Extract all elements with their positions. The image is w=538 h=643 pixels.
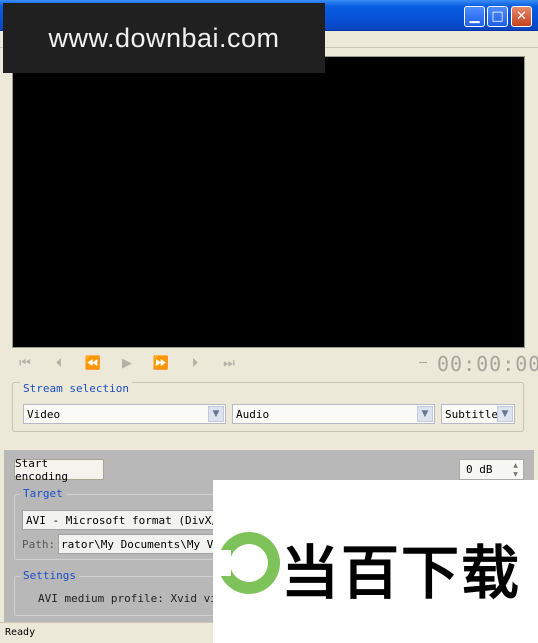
stream-selection-label: Stream selection	[20, 382, 132, 395]
minimize-button[interactable]: ▁	[464, 6, 485, 27]
logo-text: 当百下载	[281, 539, 522, 607]
prev-frame-button[interactable]: ⏴	[48, 352, 70, 374]
chevron-down-icon[interactable]: ▼	[497, 406, 513, 422]
audio-stream-value: Audio	[236, 408, 270, 421]
chevron-down-icon[interactable]: ▼	[417, 406, 433, 422]
fast-forward-icon: ⏩	[152, 355, 170, 371]
maximize-icon: □	[491, 9, 504, 24]
audio-stream-select[interactable]: Audio ▼	[232, 404, 435, 424]
time-display: 00:00:00	[437, 352, 538, 376]
next-frame-button[interactable]: ⏵	[184, 352, 206, 374]
rewind-icon: ⏪	[84, 355, 102, 371]
maximize-button[interactable]: □	[487, 6, 508, 27]
path-value: rator\My Documents\My Vide	[61, 538, 234, 551]
subtitle-stream-select[interactable]: Subtitle ▼	[441, 404, 515, 424]
time-separator	[419, 362, 427, 363]
spin-down-icon[interactable]: ▼	[509, 470, 522, 479]
logo-ring-inner	[230, 544, 268, 582]
last-frame-icon: ⏭	[223, 355, 235, 371]
gain-spinner[interactable]: 0 dB ▲ ▼	[459, 459, 524, 480]
prev-frame-icon: ⏴	[55, 355, 63, 371]
gain-value: 0 dB	[466, 463, 493, 476]
first-frame-icon: ⏮	[19, 355, 31, 371]
target-format-value: AVI - Microsoft format (DivX/Xv	[26, 514, 232, 527]
rewind-button[interactable]: ⏪	[82, 352, 104, 374]
close-icon: ✕	[516, 9, 527, 24]
minimize-icon: ▁	[469, 9, 480, 24]
video-preview	[12, 56, 525, 348]
logo-ring-cut	[213, 550, 231, 576]
settings-profile[interactable]: AVI medium profile: Xvid vide	[38, 592, 230, 605]
last-frame-button[interactable]: ⏭	[218, 352, 240, 374]
subtitle-stream-value: Subtitle	[445, 408, 498, 421]
watermark-banner: www.downbai.com	[3, 3, 325, 73]
video-stream-select[interactable]: Video ▼	[23, 404, 226, 424]
start-encoding-button[interactable]: Start encoding	[14, 457, 104, 483]
play-icon: ▶	[122, 355, 132, 371]
chevron-down-icon[interactable]: ▼	[208, 406, 224, 422]
status-text: Ready	[5, 627, 36, 638]
video-stream-value: Video	[27, 408, 61, 421]
settings-label: Settings	[20, 569, 79, 582]
fast-forward-button[interactable]: ⏩	[150, 352, 172, 374]
play-button[interactable]: ▶	[116, 352, 138, 374]
first-frame-button[interactable]: ⏮	[14, 352, 36, 374]
path-label: Path:	[22, 538, 56, 551]
target-label: Target	[20, 487, 66, 500]
next-frame-icon: ⏵	[191, 355, 199, 371]
spin-up-icon[interactable]: ▲	[509, 461, 522, 470]
close-button[interactable]: ✕	[511, 6, 532, 27]
watermark-logo: 当百下载	[213, 480, 538, 643]
